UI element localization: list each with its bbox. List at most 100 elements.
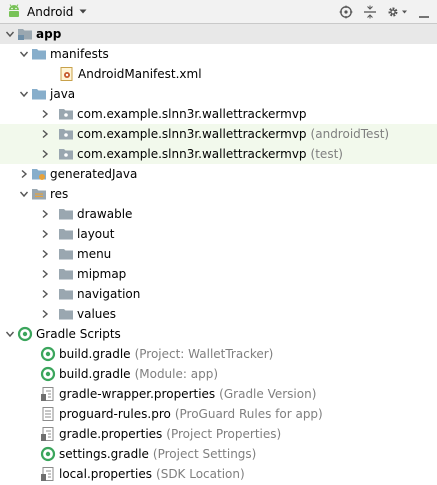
tree-node-package-main[interactable]: com.example.slnn3r.wallettrackermvp <box>0 104 437 124</box>
properties-file-icon <box>40 426 56 442</box>
gradle-icon <box>40 366 56 382</box>
manifest-file-icon <box>59 66 75 82</box>
tree-node-label: build.gradle <box>59 367 131 381</box>
tree-node-proguard[interactable]: proguard-rules.pro (ProGuard Rules for a… <box>0 404 437 424</box>
tree-node-label: res <box>50 187 69 201</box>
tree-node-label: generatedJava <box>50 167 138 181</box>
properties-file-icon <box>40 466 56 482</box>
chevron-down-icon[interactable] <box>3 24 17 44</box>
tree-node-label: java <box>50 87 76 101</box>
chevron-right-icon[interactable] <box>17 164 31 184</box>
gear-icon[interactable] <box>385 3 409 21</box>
module-folder-icon <box>17 26 33 42</box>
collapse-all-icon[interactable] <box>361 3 379 21</box>
folder-icon <box>31 46 47 62</box>
tree-node-label: com.example.slnn3r.wallettrackermvp <box>77 127 307 141</box>
tree-node-label: Gradle Scripts <box>36 327 121 341</box>
tree-node-label: app <box>36 27 62 41</box>
chevron-right-icon[interactable] <box>38 104 52 124</box>
tree-node-manifests[interactable]: manifests <box>0 44 437 64</box>
tree-node-label: manifests <box>50 47 109 61</box>
chevron-right-icon[interactable] <box>38 204 52 224</box>
tree-node-label: com.example.slnn3r.wallettrackermvp <box>77 147 307 161</box>
folder-icon <box>58 226 74 242</box>
chevron-right-icon[interactable] <box>38 124 52 144</box>
gradle-icon <box>17 326 33 342</box>
tree-node-qualifier: (Project: WalletTracker) <box>134 347 274 361</box>
source-folder-icon <box>31 86 47 102</box>
tree-node-label: build.gradle <box>59 347 131 361</box>
dropdown-arrow-icon <box>78 5 88 19</box>
chevron-right-icon[interactable] <box>38 224 52 244</box>
resource-folder-icon <box>31 186 47 202</box>
project-view-selector[interactable]: Android <box>6 3 88 21</box>
hide-panel-icon[interactable] <box>415 3 433 21</box>
tree-node-mipmap[interactable]: mipmap <box>0 264 437 284</box>
folder-icon <box>58 206 74 222</box>
chevron-down-icon[interactable] <box>17 44 31 64</box>
tree-node-label: menu <box>77 247 112 261</box>
folder-icon <box>58 266 74 282</box>
tree-node-build-gradle-module[interactable]: build.gradle (Module: app) <box>0 364 437 384</box>
tree-node-manifest-file[interactable]: AndroidManifest.xml <box>0 64 437 84</box>
tree-node-local-properties[interactable]: local.properties (SDK Location) <box>0 464 437 484</box>
tree-node-label: proguard-rules.pro <box>59 407 171 421</box>
chevron-down-icon[interactable] <box>3 324 17 344</box>
tree-node-label: navigation <box>77 287 141 301</box>
tree-node-gradle-properties[interactable]: gradle.properties (Project Properties) <box>0 424 437 444</box>
tree-node-layout[interactable]: layout <box>0 224 437 244</box>
tree-node-gradle-wrapper[interactable]: gradle-wrapper.properties (Gradle Versio… <box>0 384 437 404</box>
text-file-icon <box>40 406 56 422</box>
tree-node-qualifier: (test) <box>310 147 343 161</box>
chevron-down-icon[interactable] <box>17 184 31 204</box>
tree-node-qualifier: (Gradle Version) <box>219 387 317 401</box>
chevron-right-icon[interactable] <box>38 304 52 324</box>
tree-node-navigation[interactable]: navigation <box>0 284 437 304</box>
tree-node-gradle-scripts[interactable]: Gradle Scripts <box>0 324 437 344</box>
tree-node-qualifier: (ProGuard Rules for app) <box>174 407 323 421</box>
folder-icon <box>58 306 74 322</box>
chevron-right-icon[interactable] <box>38 264 52 284</box>
folder-icon <box>58 246 74 262</box>
gradle-icon <box>40 346 56 362</box>
tree-node-build-gradle-project[interactable]: build.gradle (Project: WalletTracker) <box>0 344 437 364</box>
tree-node-drawable[interactable]: drawable <box>0 204 437 224</box>
gradle-icon <box>40 446 56 462</box>
tree-node-qualifier: (SDK Location) <box>156 467 245 481</box>
tree-node-package-test[interactable]: com.example.slnn3r.wallettrackermvp (tes… <box>0 144 437 164</box>
tree-node-qualifier: (Project Settings) <box>152 447 257 461</box>
tree-node-label: gradle-wrapper.properties <box>59 387 216 401</box>
tree-node-label: values <box>77 307 117 321</box>
scroll-from-source-icon[interactable] <box>337 3 355 21</box>
folder-icon <box>58 286 74 302</box>
tree-node-label: settings.gradle <box>59 447 149 461</box>
chevron-right-icon[interactable] <box>38 284 52 304</box>
chevron-right-icon[interactable] <box>38 244 52 264</box>
package-icon <box>58 106 74 122</box>
tree-node-package-android-test[interactable]: com.example.slnn3r.wallettrackermvp (and… <box>0 124 437 144</box>
tree-node-java[interactable]: java <box>0 84 437 104</box>
tree-node-app[interactable]: app <box>0 24 437 44</box>
tree-node-settings-gradle[interactable]: settings.gradle (Project Settings) <box>0 444 437 464</box>
tree-node-label: layout <box>77 227 115 241</box>
tree-node-res[interactable]: res <box>0 184 437 204</box>
tree-node-qualifier: (Module: app) <box>134 367 219 381</box>
tree-node-generated-java[interactable]: generatedJava <box>0 164 437 184</box>
view-selector-label: Android <box>27 5 74 19</box>
chevron-right-icon[interactable] <box>38 144 52 164</box>
tree-node-label: com.example.slnn3r.wallettrackermvp <box>77 107 307 121</box>
package-icon <box>58 146 74 162</box>
properties-file-icon <box>40 386 56 402</box>
tree-node-label: gradle.properties <box>59 427 163 441</box>
tree-node-qualifier: (androidTest) <box>310 127 390 141</box>
tree-node-label: AndroidManifest.xml <box>78 67 202 81</box>
tree-node-menu[interactable]: menu <box>0 244 437 264</box>
tree-node-label: drawable <box>77 207 133 221</box>
tree-node-label: mipmap <box>77 267 127 281</box>
tree-node-values[interactable]: values <box>0 304 437 324</box>
tree-node-label: local.properties <box>59 467 153 481</box>
chevron-down-icon[interactable] <box>17 84 31 104</box>
tree-node-qualifier: (Project Properties) <box>166 427 282 441</box>
package-icon <box>58 126 74 142</box>
android-icon <box>6 3 22 22</box>
